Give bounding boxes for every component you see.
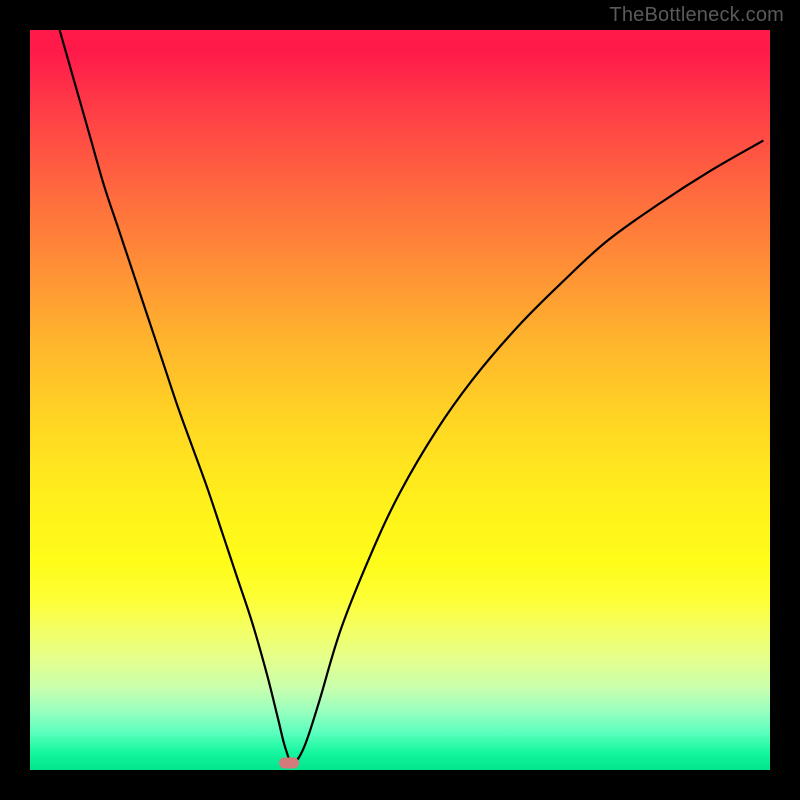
bottleneck-curve xyxy=(30,30,770,770)
watermark-label: TheBottleneck.com xyxy=(609,4,784,27)
chart-plot-area xyxy=(30,30,770,770)
optimum-marker xyxy=(279,758,299,769)
